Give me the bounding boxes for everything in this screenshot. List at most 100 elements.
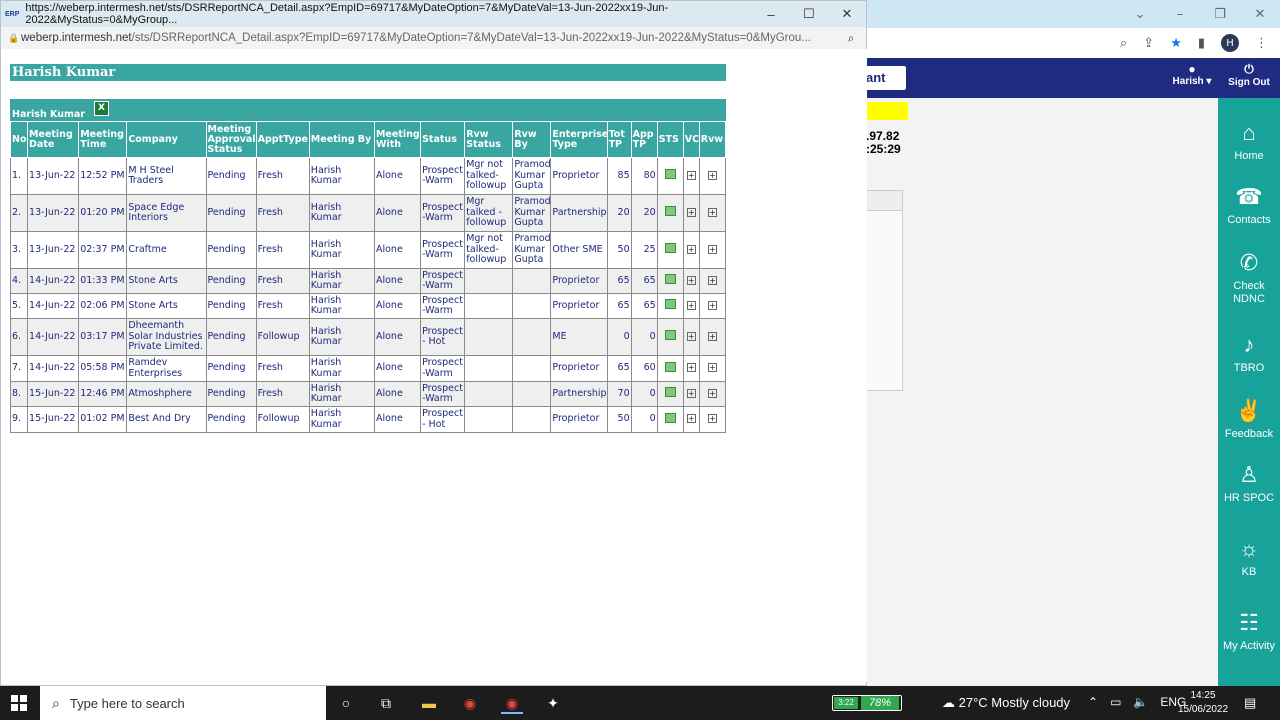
cell-sts [656,293,684,319]
vc-expand-icon[interactable]: + [686,207,696,217]
vc-expand-icon[interactable]: + [686,331,696,341]
cortana-icon[interactable]: ○ [335,692,357,714]
sidebar-icon[interactable]: ▮ [1198,36,1205,51]
menu-icon[interactable]: ⋮ [1255,36,1268,51]
sts-icon[interactable] [664,330,676,341]
sts-icon[interactable] [664,299,676,310]
taskbar-search[interactable]: ⌕ Type here to search [40,686,326,720]
cell-sts [656,381,684,407]
clock[interactable]: 14:25 15/06/2022 [1172,689,1234,717]
file-explorer-icon[interactable]: ▬ [418,692,440,714]
windows-start-icon[interactable] [11,695,27,711]
vc-expand-icon[interactable]: + [686,275,696,285]
weather-widget[interactable]: ☁ 27°C Mostly cloudy [942,695,1070,711]
vc-expand-icon[interactable]: + [686,414,696,424]
cell-no: 2. [9,194,29,232]
nav-label: Feedback [1224,428,1274,440]
table-row: 5. 14-Jun-22 02:06 PM Stone Arts Pending Fres… [9,293,727,319]
minimize-icon[interactable]: – [1160,7,1200,22]
rvw-expand-icon[interactable]: + [707,244,717,254]
sts-icon[interactable] [664,387,676,398]
chrome-icon[interactable]: ◉ [459,692,481,714]
nav-tbro[interactable]: ♪ TBRO [1218,332,1280,374]
nav-check-ndnc[interactable]: ✆ Check NDNC [1218,250,1280,306]
cell-rvw-by: Pramod Kumar Gupta [512,194,552,232]
vc-expand-icon[interactable]: + [686,388,696,398]
column-header: ApptType [255,121,310,158]
rvw-expand-icon[interactable]: + [707,275,717,285]
notification-icon[interactable]: ▤ [1244,695,1256,711]
column-header: Meeting Approval Status [205,121,257,158]
rvw-expand-icon[interactable]: + [707,388,717,398]
speaker-icon[interactable]: 🔈 [1133,695,1148,709]
rvw-expand-icon[interactable]: + [707,331,717,341]
close-icon[interactable]: ✕ [1240,7,1280,22]
nav-contacts[interactable]: ☎ Contacts [1218,184,1280,226]
avatar[interactable]: H [1221,34,1239,52]
url-path: /sts/DSRReportNCA_Detail.aspx?EmpID=6971… [131,32,811,44]
nav-feedback[interactable]: ✌ Feedback [1218,398,1280,440]
rvw-expand-icon[interactable]: + [707,414,717,424]
cell-company: Stone Arts [126,268,207,294]
sts-icon[interactable] [664,274,676,285]
vc-expand-icon[interactable]: + [686,363,696,373]
nav-my-activity[interactable]: ☷ My Activity [1218,610,1280,652]
popup-url[interactable]: weberp.intermesh.net/sts/DSRReportNCA_De… [21,32,836,44]
maximize-icon[interactable]: ☐ [790,6,828,22]
nav-kb[interactable]: ☼ KB [1218,536,1280,578]
battery-icon[interactable]: ▭ [1110,695,1121,709]
vc-expand-icon[interactable]: + [686,244,696,254]
rvw-expand-icon[interactable]: + [707,363,717,373]
star-icon[interactable]: ★ [1170,36,1182,51]
cell-status: Prospect - Hot [420,318,466,356]
cell-company: M H Steel Traders [126,157,207,195]
cell-rvw-expand: + [698,406,727,433]
column-header: Rvw By [512,121,552,158]
vc-expand-icon[interactable]: + [686,170,696,180]
zoom-icon[interactable]: ⌕ [836,31,866,46]
cell-sts [656,355,684,382]
nav-home[interactable]: ⌂ Home [1218,120,1280,162]
cell-company: Atmoshphere [126,381,207,407]
chrome-profile-icon[interactable]: ◉ [501,692,523,714]
sts-icon[interactable] [664,169,676,180]
sts-icon[interactable] [664,243,676,254]
rvw-expand-icon[interactable]: + [707,300,717,310]
share-icon[interactable]: ⇪ [1143,36,1154,51]
chevron-down-icon[interactable]: ⌄ [1120,7,1160,22]
cell-by: Harish Kumar [308,318,375,356]
popup-address-bar[interactable]: 🔒 weberp.intermesh.net/sts/DSRReportNCA_… [1,27,866,49]
close-icon[interactable]: ✕ [828,6,866,22]
cell-approval: Pending [205,231,257,269]
person-icon: ♙ [1239,462,1259,487]
cell-rvw-status: Mgr talked - followup [464,194,514,232]
cell-vc-expand: + [682,355,700,382]
sts-icon[interactable] [664,206,676,217]
sign-out-label: Sign Out [1228,77,1270,88]
cell-vc-expand: + [682,293,700,319]
minimize-icon[interactable]: – [752,7,790,22]
cell-no: 6. [9,318,29,356]
rvw-expand-icon[interactable]: + [707,207,717,217]
task-view-icon[interactable]: ⧉ [375,692,397,714]
sts-icon[interactable] [664,361,676,372]
vc-expand-icon[interactable]: + [686,300,696,310]
excel-export-icon[interactable]: X [94,101,109,116]
zoom-icon[interactable]: ⌕ [1120,36,1127,51]
cell-approval: Pending [205,406,257,433]
cell-sts [656,268,684,294]
cell-time: 01:02 PM [78,406,128,433]
rvw-expand-icon[interactable]: + [707,170,717,180]
cell-company: Stone Arts [126,293,207,319]
user-menu[interactable]: ● Harish ▾ [1166,62,1218,87]
chevron-up-icon[interactable]: ⌃ [1088,695,1098,709]
cell-rvw-status [464,381,514,407]
sign-out-button[interactable]: ⏻ Sign Out [1220,62,1278,88]
sts-icon[interactable] [664,412,676,423]
app-icon[interactable]: ✦ [542,692,564,714]
nav-hr-spoc[interactable]: ♙ HR SPOC [1218,462,1280,504]
cell-ent: Other SME [550,231,608,269]
popup-window: ERP https://weberp.intermesh.net/sts/DSR… [0,0,867,686]
weather-text: 27°C Mostly cloudy [958,695,1071,710]
maximize-icon[interactable]: ❐ [1200,7,1240,22]
